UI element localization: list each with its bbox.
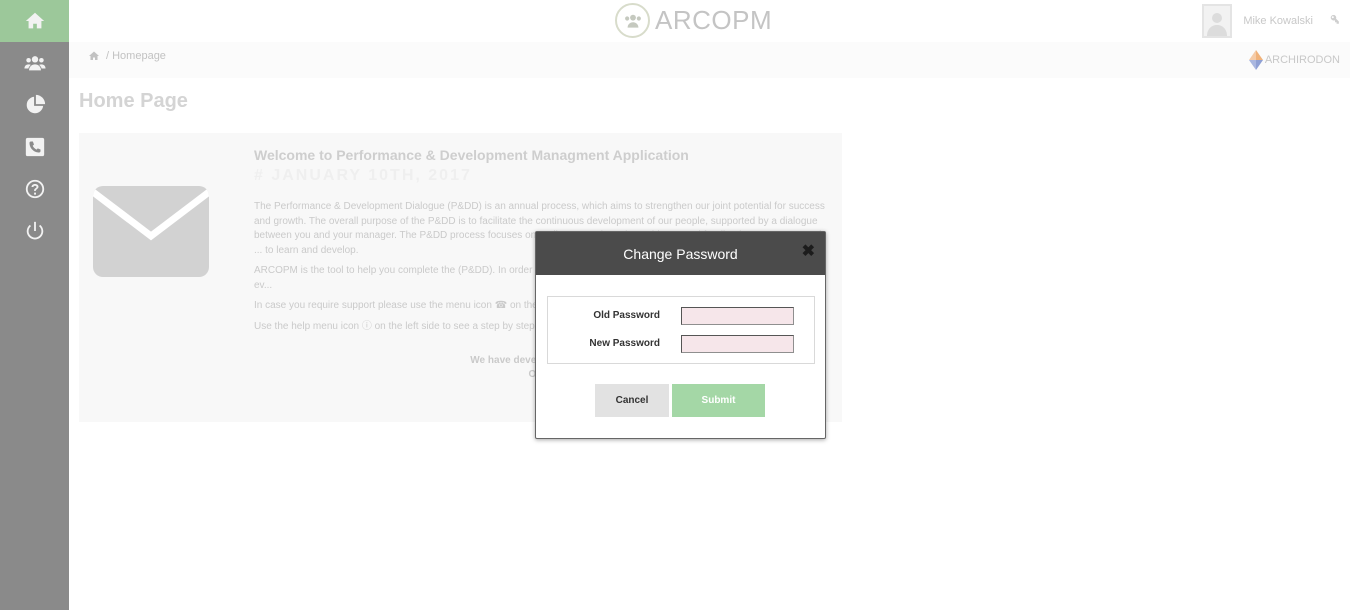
power-icon	[26, 221, 43, 240]
user-area: Mike Kowalski	[1202, 4, 1340, 38]
partner-logo: ARCHIRODON	[1248, 50, 1340, 70]
question-icon	[25, 179, 44, 199]
users-icon	[23, 56, 46, 71]
pie-chart-icon	[26, 94, 45, 114]
avatar[interactable]	[1202, 4, 1233, 38]
close-icon[interactable]: ✖	[802, 244, 815, 260]
phone-icon	[25, 137, 44, 157]
old-password-row: Old Password	[548, 306, 816, 328]
old-password-label: Old Password	[593, 310, 660, 321]
app-logo	[615, 3, 650, 38]
user-silhouette-icon	[1207, 13, 1228, 36]
envelope-icon	[93, 186, 209, 277]
new-password-input[interactable]	[681, 335, 794, 353]
home-icon[interactable]	[88, 50, 100, 62]
user-name[interactable]: Mike Kowalski	[1243, 15, 1313, 27]
welcome-date: # JANUARY 10TH, 2017	[254, 167, 472, 184]
partner-name: ARCHIRODON	[1264, 54, 1340, 66]
sidebar-item-help[interactable]	[0, 168, 69, 210]
archirodon-diamond-icon	[1248, 50, 1263, 70]
change-password-modal: Change Password ✖ Old Password New Passw…	[535, 231, 826, 439]
sidebar-item-home[interactable]	[0, 0, 69, 42]
app-name: ARCOPM	[655, 5, 773, 35]
sidebar-item-logout[interactable]	[0, 210, 69, 252]
modal-header: Change Password ✖	[536, 232, 825, 275]
app-brand[interactable]: ARCOPM	[615, 3, 772, 38]
modal-title: Change Password	[623, 245, 738, 262]
old-password-input[interactable]	[681, 307, 794, 325]
page-title: Home Page	[79, 90, 188, 112]
home-icon	[25, 12, 44, 29]
sidebar-item-reports[interactable]	[0, 84, 69, 126]
new-password-label: New Password	[589, 338, 660, 349]
submit-button[interactable]: Submit	[672, 384, 765, 417]
breadcrumb: / Homepage	[88, 50, 166, 62]
sidebar-item-employees[interactable]	[0, 42, 69, 84]
password-form: Old Password New Password	[547, 296, 815, 364]
breadcrumb-homepage[interactable]: / Homepage	[106, 50, 166, 62]
sidebar	[0, 0, 69, 610]
key-icon[interactable]	[1327, 14, 1340, 28]
breadcrumb-bar: / Homepage ARCHIRODON	[69, 42, 1350, 78]
sidebar-item-contact[interactable]	[0, 126, 69, 168]
new-password-row: New Password	[548, 334, 816, 356]
welcome-heading: Welcome to Performance & Development Man…	[254, 147, 689, 163]
users-icon	[624, 14, 641, 28]
cancel-button[interactable]: Cancel	[595, 384, 669, 417]
top-bar: ARCOPM Mike Kowalski	[69, 0, 1350, 42]
